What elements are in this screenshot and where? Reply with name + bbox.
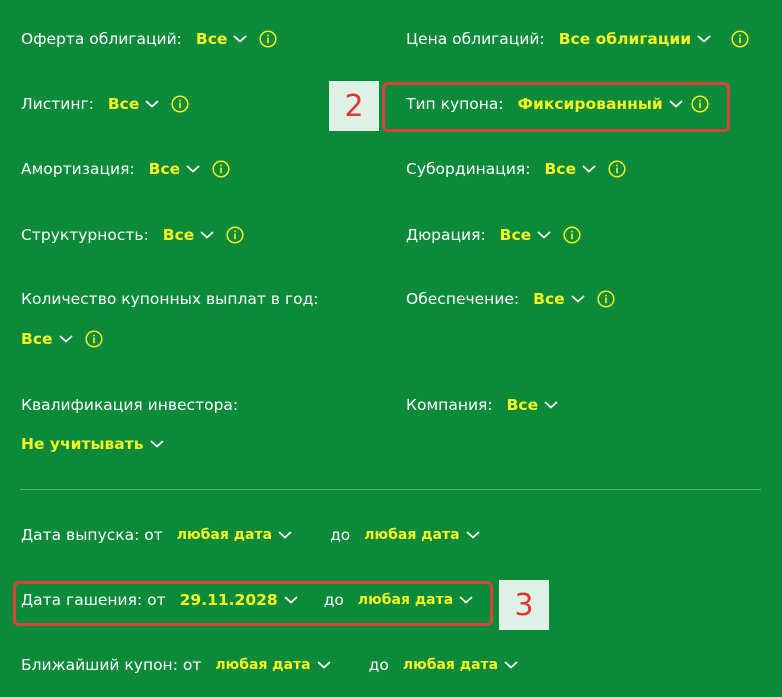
filter-listing-dropdown[interactable]: Все xyxy=(108,95,140,113)
filter-structured-label: Структурность: xyxy=(21,226,149,244)
filter-coupons-per-year-label-row: Количество купонных выплат в год: xyxy=(21,290,319,308)
info-icon[interactable] xyxy=(171,95,189,113)
date-maturity-label: Дата гашения: от xyxy=(21,591,166,609)
filter-qualification-label-row: Квалификация инвестора: xyxy=(21,396,238,414)
filter-collateral: Обеспечение: Все xyxy=(406,290,615,308)
info-icon[interactable] xyxy=(259,30,277,48)
filter-amortization: Амортизация: Все xyxy=(21,160,230,178)
date-next-coupon-to-dropdown[interactable]: любая дата xyxy=(403,657,498,673)
date-issue: Дата выпуска: от любая дата до любая дат… xyxy=(21,526,480,544)
chevron-down-icon[interactable] xyxy=(504,660,518,670)
filter-oferta-dropdown[interactable]: Все xyxy=(196,30,228,48)
filter-coupons-per-year: Все xyxy=(21,330,103,348)
filter-amortization-dropdown[interactable]: Все xyxy=(149,160,181,178)
chevron-down-icon[interactable] xyxy=(145,99,159,109)
chevron-down-icon[interactable] xyxy=(571,294,585,304)
chevron-down-icon[interactable] xyxy=(200,230,214,240)
date-maturity-to-dropdown[interactable]: любая дата xyxy=(358,592,453,608)
date-next-coupon: Ближайший купон: от любая дата до любая … xyxy=(21,656,518,674)
filter-duration: Дюрация: Все xyxy=(406,226,581,244)
filter-subordination-label: Субординация: xyxy=(406,160,531,178)
chevron-down-icon[interactable] xyxy=(544,400,558,410)
filter-structured: Структурность: Все xyxy=(21,226,244,244)
chevron-down-icon[interactable] xyxy=(582,164,596,174)
info-icon[interactable] xyxy=(212,160,230,178)
date-issue-from-dropdown[interactable]: любая дата xyxy=(177,527,272,543)
filter-price-label: Цена облигаций: xyxy=(406,30,545,48)
filter-duration-label: Дюрация: xyxy=(406,226,486,244)
info-icon[interactable] xyxy=(85,330,103,348)
chevron-down-icon[interactable] xyxy=(284,595,298,605)
date-next-coupon-to-label: до xyxy=(368,656,389,674)
chevron-down-icon[interactable] xyxy=(186,164,200,174)
filter-qualification: Не учитывать xyxy=(21,435,164,453)
filter-collateral-label: Обеспечение: xyxy=(406,290,520,308)
date-issue-label: Дата выпуска: от xyxy=(21,526,163,544)
chevron-down-icon[interactable] xyxy=(466,530,480,540)
annotation-badge-3: 3 xyxy=(499,580,549,630)
date-issue-to-dropdown[interactable]: любая дата xyxy=(364,527,459,543)
filter-duration-dropdown[interactable]: Все xyxy=(500,226,532,244)
info-icon[interactable] xyxy=(226,226,244,244)
chevron-down-icon[interactable] xyxy=(150,439,164,449)
filter-listing-label: Листинг: xyxy=(21,95,94,113)
filter-coupon-type: Тип купона: Фиксированный xyxy=(406,95,709,113)
date-next-coupon-from-dropdown[interactable]: любая дата xyxy=(215,657,310,673)
filter-company: Компания: Все xyxy=(406,396,558,414)
filter-amortization-label: Амортизация: xyxy=(21,160,135,178)
filter-coupons-per-year-dropdown[interactable]: Все xyxy=(21,330,53,348)
filter-subordination-dropdown[interactable]: Все xyxy=(544,160,576,178)
date-maturity: Дата гашения: от 29.11.2028 до любая дат… xyxy=(21,591,473,609)
date-maturity-from-dropdown[interactable]: 29.11.2028 xyxy=(180,591,278,609)
date-maturity-to-label: до xyxy=(323,591,344,609)
chevron-down-icon[interactable] xyxy=(669,99,683,109)
section-divider xyxy=(20,489,761,490)
info-icon[interactable] xyxy=(608,160,626,178)
chevron-down-icon[interactable] xyxy=(59,334,73,344)
filter-company-dropdown[interactable]: Все xyxy=(507,396,539,414)
filter-price-dropdown[interactable]: Все облигации xyxy=(559,30,691,48)
info-icon[interactable] xyxy=(731,30,749,48)
info-icon[interactable] xyxy=(563,226,581,244)
annotation-badge-2: 2 xyxy=(329,81,379,131)
chevron-down-icon[interactable] xyxy=(697,34,711,44)
filter-price: Цена облигаций: Все облигации xyxy=(406,30,749,48)
info-icon[interactable] xyxy=(597,290,615,308)
filter-oferta: Оферта облигаций: Все xyxy=(21,30,277,48)
chevron-down-icon[interactable] xyxy=(317,660,331,670)
chevron-down-icon[interactable] xyxy=(233,34,247,44)
filter-coupons-per-year-label: Количество купонных выплат в год: xyxy=(21,290,319,308)
filter-qualification-label: Квалификация инвестора: xyxy=(21,396,239,414)
filter-subordination: Субординация: Все xyxy=(406,160,626,178)
filter-qualification-dropdown[interactable]: Не учитывать xyxy=(21,435,144,453)
chevron-down-icon[interactable] xyxy=(278,530,292,540)
date-next-coupon-label: Ближайший купон: от xyxy=(21,656,202,674)
filter-collateral-dropdown[interactable]: Все xyxy=(533,290,565,308)
filter-coupon-type-dropdown[interactable]: Фиксированный xyxy=(518,95,663,113)
chevron-down-icon[interactable] xyxy=(537,230,551,240)
filter-structured-dropdown[interactable]: Все xyxy=(163,226,195,244)
filter-oferta-label: Оферта облигаций: xyxy=(21,30,182,48)
filter-listing: Листинг: Все xyxy=(21,95,189,113)
filter-company-label: Компания: xyxy=(406,396,493,414)
date-issue-to-label: до xyxy=(330,526,351,544)
filter-coupon-type-label: Тип купона: xyxy=(406,95,504,113)
info-icon[interactable] xyxy=(691,95,709,113)
chevron-down-icon[interactable] xyxy=(459,595,473,605)
